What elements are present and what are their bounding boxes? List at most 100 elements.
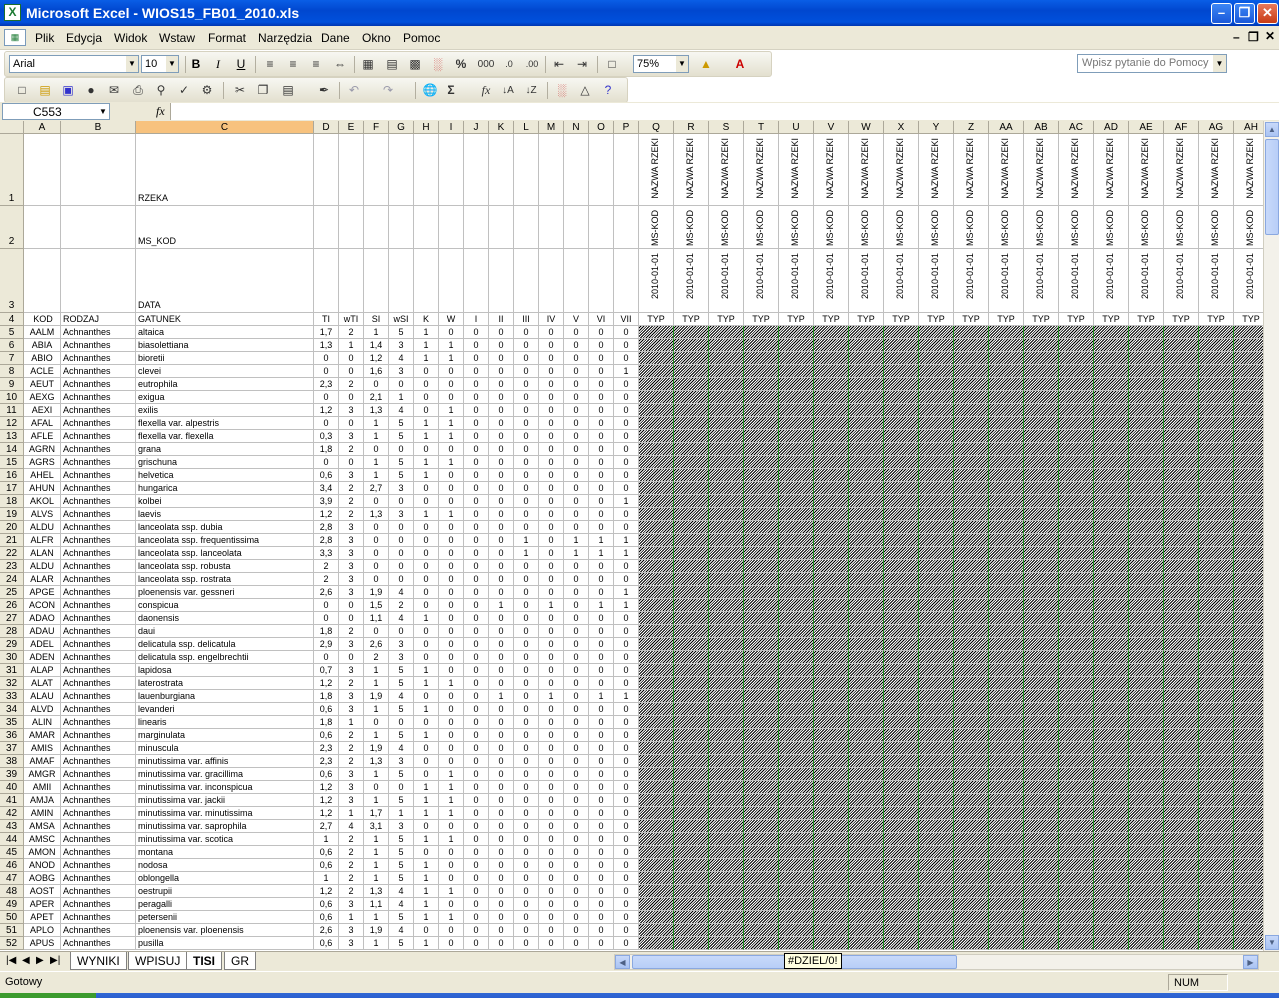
error-cell[interactable] xyxy=(1164,911,1199,924)
table-cell[interactable]: exilis xyxy=(136,404,314,417)
error-cell[interactable] xyxy=(744,365,779,378)
table-cell[interactable]: 0 xyxy=(514,690,539,703)
error-cell[interactable] xyxy=(919,729,954,742)
table-cell[interactable]: 0 xyxy=(539,768,564,781)
error-cell[interactable] xyxy=(989,677,1024,690)
table-cell[interactable]: 0 xyxy=(539,560,564,573)
error-cell[interactable] xyxy=(884,638,919,651)
new-icon[interactable]: □ xyxy=(13,82,31,99)
error-cell[interactable] xyxy=(1164,755,1199,768)
error-cell[interactable] xyxy=(1024,638,1059,651)
error-cell[interactable] xyxy=(849,547,884,560)
error-cell[interactable] xyxy=(1129,794,1164,807)
table-cell[interactable]: 0 xyxy=(439,898,464,911)
error-cell[interactable] xyxy=(709,664,744,677)
error-cell[interactable] xyxy=(1024,846,1059,859)
table-cell[interactable]: 0 xyxy=(414,651,439,664)
column-header-ac[interactable]: AC xyxy=(1059,121,1094,134)
error-cell[interactable] xyxy=(989,729,1024,742)
table-cell[interactable]: 0 xyxy=(564,846,589,859)
error-cell[interactable] xyxy=(1059,625,1094,638)
error-cell[interactable] xyxy=(709,924,744,937)
error-cell[interactable] xyxy=(639,326,674,339)
table-cell[interactable]: 2 xyxy=(339,625,364,638)
table-cell[interactable]: 0 xyxy=(564,326,589,339)
table-cell[interactable]: 0 xyxy=(564,664,589,677)
error-cell[interactable] xyxy=(1129,573,1164,586)
table-cell[interactable]: 0 xyxy=(464,625,489,638)
table-cell[interactable]: Achnanthes xyxy=(61,846,136,859)
row-header[interactable]: 14 xyxy=(0,443,24,456)
typ-label[interactable]: TYP xyxy=(1129,313,1164,326)
table-cell[interactable]: 0 xyxy=(539,872,564,885)
table-cell[interactable]: 1 xyxy=(439,417,464,430)
error-cell[interactable] xyxy=(989,768,1024,781)
table-cell[interactable]: 0 xyxy=(564,378,589,391)
table-cell[interactable]: 5 xyxy=(389,768,414,781)
error-cell[interactable] xyxy=(1024,430,1059,443)
error-cell[interactable] xyxy=(1234,872,1263,885)
typ-label[interactable]: TYP xyxy=(674,313,709,326)
table-cell[interactable]: 0 xyxy=(614,872,639,885)
error-cell[interactable] xyxy=(849,482,884,495)
table-cell[interactable]: 2 xyxy=(339,677,364,690)
table-cell[interactable]: lauenburgiana xyxy=(136,690,314,703)
error-cell[interactable] xyxy=(849,365,884,378)
error-cell[interactable] xyxy=(709,599,744,612)
table-cell[interactable]: 0 xyxy=(414,547,439,560)
error-cell[interactable] xyxy=(744,833,779,846)
error-cell[interactable] xyxy=(1024,729,1059,742)
error-cell[interactable] xyxy=(1234,430,1263,443)
rotated-header-cell[interactable]: 2010-01-01 xyxy=(639,249,674,313)
error-cell[interactable] xyxy=(1059,716,1094,729)
error-cell[interactable] xyxy=(1164,820,1199,833)
error-cell[interactable] xyxy=(744,573,779,586)
table-cell[interactable]: 3 xyxy=(389,651,414,664)
error-cell[interactable] xyxy=(639,755,674,768)
table-cell[interactable]: 0 xyxy=(439,872,464,885)
table-cell[interactable]: 0 xyxy=(339,352,364,365)
row-header[interactable]: 5 xyxy=(0,326,24,339)
table-cell[interactable]: 1 xyxy=(314,872,339,885)
rotated-header-cell[interactable]: MS-KOD xyxy=(849,206,884,249)
table-cell[interactable]: 1 xyxy=(364,430,389,443)
error-cell[interactable] xyxy=(849,885,884,898)
table-cell[interactable]: 0 xyxy=(614,794,639,807)
error-cell[interactable] xyxy=(779,664,814,677)
error-cell[interactable] xyxy=(639,768,674,781)
bar-chart-icon[interactable]: ░ xyxy=(429,56,447,73)
rotated-header-cell[interactable]: NAZWA RZEKI xyxy=(1024,134,1059,206)
scroll-down-icon[interactable]: ▼ xyxy=(1265,935,1279,950)
error-cell[interactable] xyxy=(919,911,954,924)
table-cell[interactable]: 0 xyxy=(489,404,514,417)
typ-label[interactable]: TYP xyxy=(1024,313,1059,326)
table-cell[interactable]: 1,9 xyxy=(364,586,389,599)
table-cell[interactable]: Achnanthes xyxy=(61,924,136,937)
error-cell[interactable] xyxy=(1199,755,1234,768)
table-cell[interactable]: 1 xyxy=(389,807,414,820)
table-cell[interactable]: 0 xyxy=(414,404,439,417)
table-cell[interactable]: 1 xyxy=(414,807,439,820)
table-cell[interactable]: 1 xyxy=(614,495,639,508)
column-label[interactable]: GATUNEK xyxy=(136,313,314,326)
error-cell[interactable] xyxy=(639,898,674,911)
table-cell[interactable]: 1 xyxy=(414,729,439,742)
table-cell[interactable]: minutissima var. minutissima xyxy=(136,807,314,820)
error-cell[interactable] xyxy=(1199,352,1234,365)
error-cell[interactable] xyxy=(744,924,779,937)
table-cell[interactable]: oblongella xyxy=(136,872,314,885)
error-cell[interactable] xyxy=(1129,378,1164,391)
rotated-header-cell[interactable]: 2010-01-01 xyxy=(884,249,919,313)
table-cell[interactable]: 0 xyxy=(589,482,614,495)
error-cell[interactable] xyxy=(989,443,1024,456)
table-cell[interactable]: 5 xyxy=(389,937,414,950)
error-cell[interactable] xyxy=(919,664,954,677)
table-cell[interactable]: 0 xyxy=(464,378,489,391)
table-cell[interactable]: 0 xyxy=(589,417,614,430)
error-cell[interactable] xyxy=(814,859,849,872)
error-cell[interactable] xyxy=(674,833,709,846)
table-cell[interactable]: 0 xyxy=(489,859,514,872)
table-cell[interactable]: 0 xyxy=(539,378,564,391)
error-cell[interactable] xyxy=(1059,326,1094,339)
table-cell[interactable]: ADEL xyxy=(24,638,61,651)
